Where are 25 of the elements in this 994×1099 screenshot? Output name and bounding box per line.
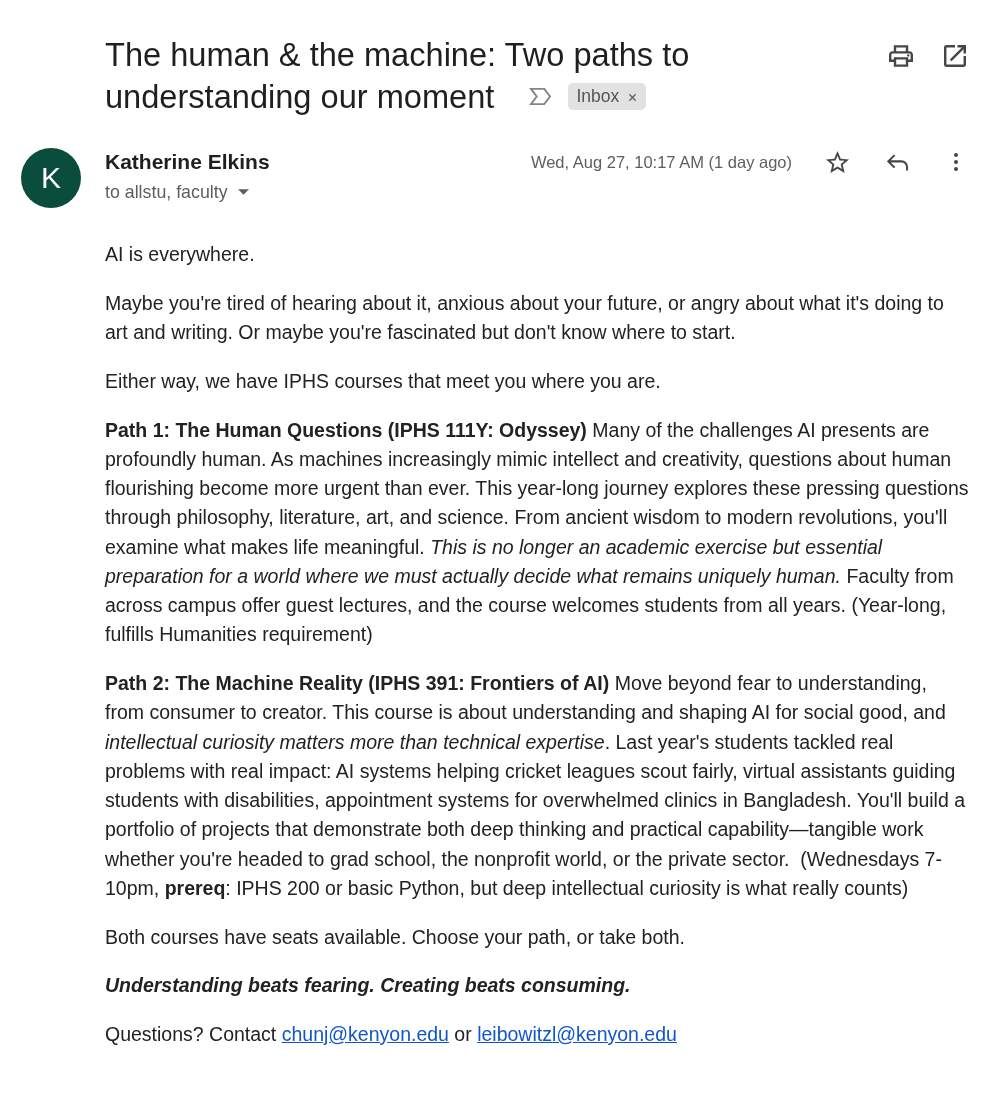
- body-paragraph: AI is everywhere.: [105, 242, 256, 267]
- print-icon[interactable]: [889, 45, 913, 67]
- body-paragraph: Maybe you're tired of hearing about it, anxious about your future, or angry about what it's doing to art and writing. Or maybe you're fascinated but don't know where to start.: [105, 290, 945, 345]
- external-link-icon[interactable]: [944, 45, 966, 67]
- close-icon[interactable]: [628, 92, 638, 102]
- email-subject: The human & the machine: Two paths to: [105, 35, 690, 75]
- body-paragraph: Path 2: The Machine Reality (IPHS 391: Frontiers of AI) Move beyond fear to understanding, from consumer to creator. This course is about understanding and shaping AI for social good, and intellectual curiosity matters more than technical expertise. Last year's students tackled real problems with real impact: AI systems helping cricket leagues scout fairly, virtual assistants guiding students with disabilities, appointment systems for overwhelmed clinics in Bangladesh. You'll build a portfolio of projects that demonstrate both deep thinking and practical capability—tangible work whether you're headed to grad school, the nonprofit world, or the private sector. (Wednesdays 7-10pm, prereq: IPHS 200 or basic Python, but deep intellectual curiosity is what really counts): [105, 671, 967, 901]
- star-icon[interactable]: [826, 151, 849, 173]
- more-options-icon[interactable]: [953, 152, 959, 172]
- label-text: Inbox: [576, 85, 620, 108]
- body-paragraph: Either way, we have IPHS courses that meet you where you are.: [105, 368, 662, 394]
- body-paragraph: Path 1: The Human Questions (IPHS 111Y: Odyssey) Many of the challenges AI presents are profoundly human. As machines increasingly mimic intellect and creativity, questions about human flourishing become more urgent than ever. This year-long journey explores these pressing questions through philosophy, literature, art, and science. From ancient wisdom to modern revolutions, you'll examine what makes life meaningful. This is no longer an academic exercise but essential preparation for a world where we must actually decide what remains uniquely human. Faculty from across campus offer guest lectures, and the course welcomes students from all years. (Year-long, fulfills Humanities requirement): [105, 417, 970, 648]
- closing-line: Understanding beats fearing. Creating beats consuming.: [105, 973, 632, 999]
- importance-marker-icon[interactable]: [529, 86, 553, 106]
- caret-icon[interactable]: [237, 189, 249, 195]
- contact-line: Questions? Contact chunj@kenyon.edu or leibowitzl@kenyon.edu: [105, 1022, 678, 1047]
- message-date: Wed, Aug 27, 10:17 AM (1 day ago): [530, 152, 792, 172]
- email-link[interactable]: leibowitzl@kenyon.edu: [477, 1023, 677, 1045]
- reply-icon[interactable]: [887, 153, 909, 171]
- sender-name: Katherine Elkins: [105, 150, 270, 174]
- email-link[interactable]: chunj@kenyon.edu: [281, 1023, 449, 1045]
- sender-avatar: K: [21, 148, 81, 208]
- email-subject: understanding our moment: [105, 77, 495, 117]
- recipients-text: to allstu, faculty: [105, 181, 228, 203]
- body-paragraph: Both courses have seats available. Choose your path, or take both.: [105, 924, 686, 950]
